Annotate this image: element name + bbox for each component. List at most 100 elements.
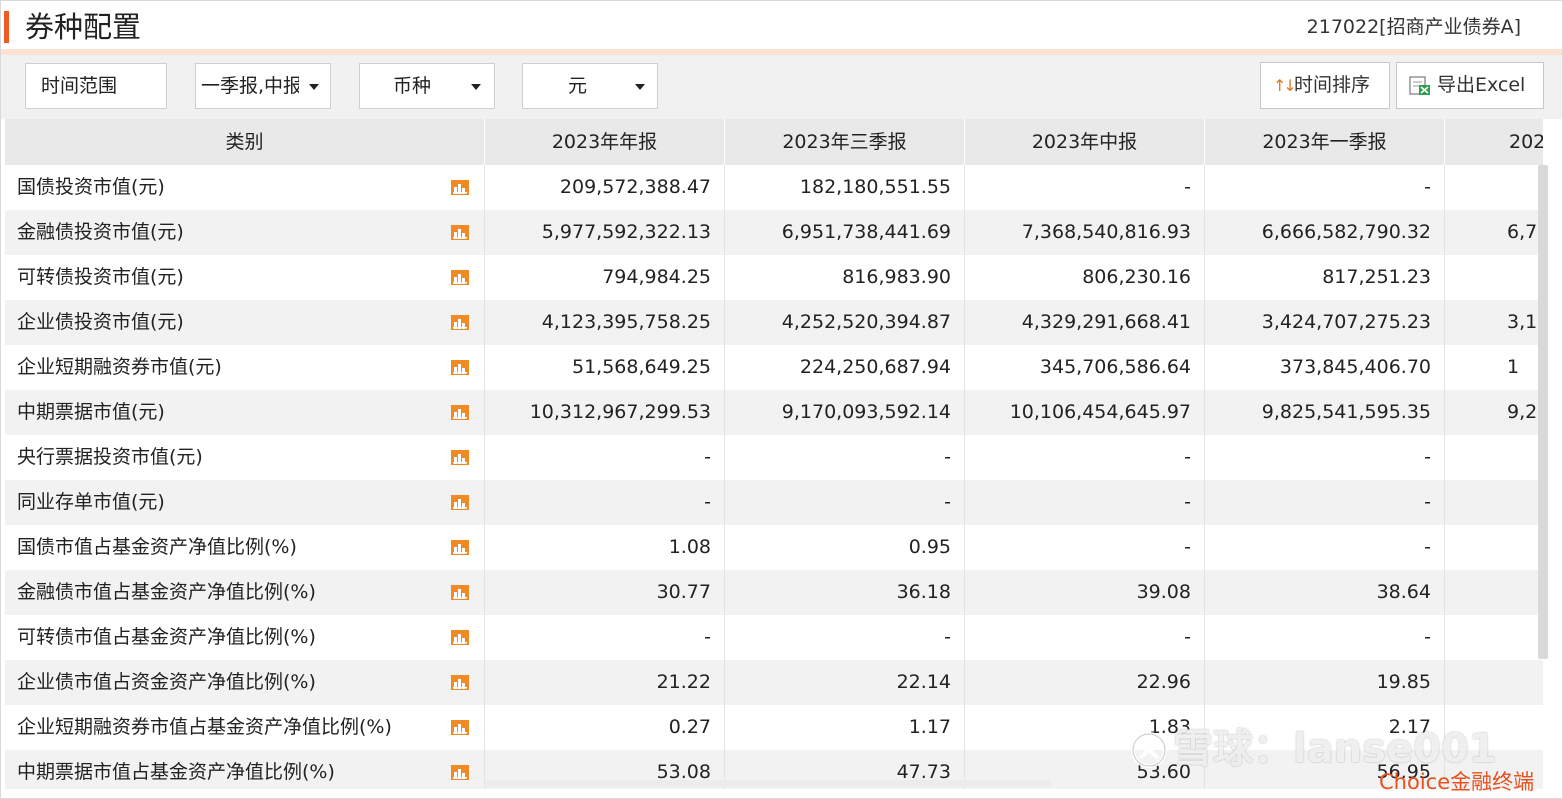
- fund-bond-allocation-panel: 券种配置 217022[招商产业债券A] 时间范围 一季报,中报 币种 元 ↑↓…: [0, 0, 1563, 799]
- vertical-scrollbar[interactable]: [1538, 165, 1548, 659]
- table-cell: -: [725, 615, 965, 660]
- table-cell: 6,7: [1507, 221, 1538, 243]
- bar-chart-icon[interactable]: [451, 315, 469, 330]
- chevron-down-icon: [471, 84, 481, 90]
- row-label-text: 中期票据市值(元): [17, 401, 165, 423]
- table-cell: 10,312,967,299.53: [485, 390, 725, 435]
- table-cell: -: [1205, 615, 1445, 660]
- table-cell: 51,568,649.25: [485, 345, 725, 390]
- table-cell: -: [1205, 480, 1445, 525]
- row-label-text: 可转债市值占基金资产净值比例(%): [17, 626, 316, 648]
- table-cell: 1: [1507, 356, 1520, 378]
- bond-allocation-table: 类别 2023年年报 2023年三季报 2023年中报 2023年一季报 202…: [5, 119, 1543, 789]
- table-cell: 373,845,406.70: [1205, 345, 1445, 390]
- choice-brand-watermark: Choice金融终端: [1379, 770, 1535, 794]
- table-cell: -: [965, 435, 1205, 480]
- table-cell: 794,984.25: [485, 255, 725, 300]
- table-cell: 3,1: [1507, 311, 1538, 333]
- table-cell: 10,106,454,645.97: [965, 390, 1205, 435]
- unit-value: 元: [568, 75, 588, 97]
- row-label: 企业债市值占资金资产净值比例(%): [5, 660, 485, 705]
- table-row: 金融债投资市值(元) 5,977,592,322.13 6,951,738,441.…: [5, 210, 1543, 255]
- table-cell: [1445, 615, 1543, 660]
- bar-chart-icon[interactable]: [451, 765, 469, 780]
- row-label: 国债投资市值(元): [5, 165, 485, 210]
- row-label-text: 企业短期融资券市值(元): [17, 356, 222, 378]
- row-label: 企业短期融资券市值占基金资产净值比例(%): [5, 705, 485, 750]
- fund-name: 217022[招商产业债券A]: [1306, 16, 1521, 38]
- currency-select[interactable]: 币种: [359, 63, 495, 109]
- row-label: 可转债投资市值(元): [5, 255, 485, 300]
- table-cell: 7,368,540,816.93: [965, 210, 1205, 255]
- row-label: 中期票据市值占基金资产净值比例(%): [5, 750, 485, 789]
- column-header[interactable]: 2023年三季报: [725, 119, 965, 165]
- table-cell: 38.64: [1205, 570, 1445, 615]
- chevron-down-icon: [635, 84, 645, 90]
- bar-chart-icon[interactable]: [451, 360, 469, 375]
- table-cell: -: [725, 480, 965, 525]
- table-cell: -: [965, 480, 1205, 525]
- row-label: 企业债投资市值(元): [5, 300, 485, 345]
- table-row: 央行票据投资市值(元) - - - -: [5, 435, 1543, 480]
- row-label-text: 国债投资市值(元): [17, 176, 165, 198]
- column-header[interactable]: 2023年中报: [965, 119, 1205, 165]
- bar-chart-icon[interactable]: [451, 495, 469, 510]
- bar-chart-icon[interactable]: [451, 675, 469, 690]
- table-row: 国债投资市值(元) 209,572,388.47 182,180,551.55- -: [5, 165, 1543, 210]
- table-cell: -: [485, 480, 725, 525]
- bar-chart-icon[interactable]: [451, 630, 469, 645]
- bar-chart-icon[interactable]: [451, 405, 469, 420]
- horizontal-scrollbar[interactable]: [485, 780, 1051, 787]
- table-cell: 345,706,586.64: [965, 345, 1205, 390]
- currency-value: 币种: [393, 75, 432, 97]
- row-label-text: 中期票据市值占基金资产净值比例(%): [17, 761, 335, 783]
- table-row: 可转债投资市值(元) 794,984.25 816,983.90 806,230.16…: [5, 255, 1543, 300]
- table-row: 同业存单市值(元) - - - -: [5, 480, 1543, 525]
- table-cell: 6,666,582,790.32: [1205, 210, 1445, 255]
- bar-chart-icon[interactable]: [451, 540, 469, 555]
- table-cell: -: [965, 165, 1205, 210]
- row-label-text: 金融债投资市值(元): [17, 221, 184, 243]
- table-cell: 30.77: [485, 570, 725, 615]
- column-header[interactable]: 2022: [1445, 119, 1543, 165]
- row-label-text: 央行票据投资市值(元): [17, 446, 203, 468]
- bar-chart-icon[interactable]: [451, 225, 469, 240]
- unit-select[interactable]: 元: [522, 63, 658, 109]
- table-cell: -: [1205, 435, 1445, 480]
- title-accent-bar: [4, 11, 9, 43]
- column-header-category: 类别: [5, 119, 485, 165]
- bar-chart-icon[interactable]: [451, 180, 469, 195]
- column-header[interactable]: 2023年年报: [485, 119, 725, 165]
- bar-chart-icon[interactable]: [451, 270, 469, 285]
- toolbar: 时间范围 一季报,中报 币种 元 ↑↓ 时间排序 导出Excel: [1, 55, 1562, 119]
- table-cell: 9,2: [1507, 401, 1538, 423]
- table-cell: 5,977,592,322.13: [485, 210, 725, 255]
- time-sort-button[interactable]: ↑↓ 时间排序: [1260, 62, 1390, 109]
- report-period-select[interactable]: 一季报,中报: [195, 63, 331, 109]
- table-cell: 816,983.90: [725, 255, 965, 300]
- table-cell: -: [1205, 525, 1445, 570]
- table-cell: [1445, 435, 1543, 480]
- column-header[interactable]: 2023年一季报: [1205, 119, 1445, 165]
- bar-chart-icon[interactable]: [451, 450, 469, 465]
- table-header-row: 类别 2023年年报 2023年三季报 2023年中报 2023年一季报 202…: [5, 119, 1543, 165]
- table-row: 国债市值占基金资产净值比例(%) 1.08 0.95- -: [5, 525, 1543, 570]
- bar-chart-icon[interactable]: [451, 585, 469, 600]
- table-cell: -: [965, 525, 1205, 570]
- table-cell: -: [1205, 165, 1445, 210]
- table-cell: 4,123,395,758.25: [485, 300, 725, 345]
- export-excel-button[interactable]: 导出Excel: [1396, 62, 1544, 109]
- table-cell: [1445, 660, 1543, 705]
- table-cell: 1.17: [725, 705, 965, 750]
- table-cell: [1445, 570, 1543, 615]
- table-row: 中期票据市值(元) 10,312,967,299.53 9,170,093,592.…: [5, 390, 1543, 435]
- row-label-text: 企业债市值占资金资产净值比例(%): [17, 671, 316, 693]
- table-cell: 0.27: [485, 705, 725, 750]
- row-label-text: 企业短期融资券市值占基金资产净值比例(%): [17, 716, 392, 738]
- table-cell: [1445, 480, 1543, 525]
- row-label-text: 金融债市值占基金资产净值比例(%): [17, 581, 316, 603]
- bar-chart-icon[interactable]: [451, 720, 469, 735]
- time-range-label: 时间范围: [25, 63, 167, 109]
- table-cell: 21.22: [485, 660, 725, 705]
- table-cell: [1445, 165, 1543, 210]
